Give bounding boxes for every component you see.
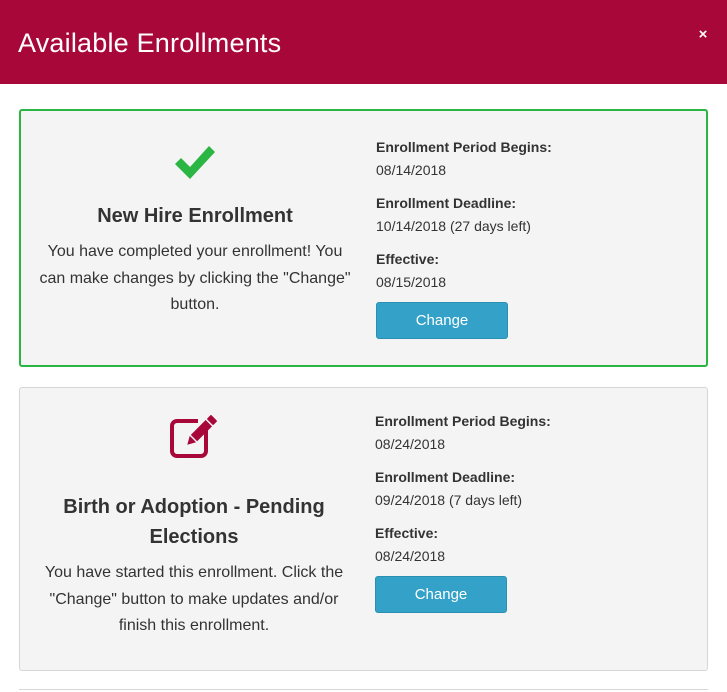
effective-value: 08/15/2018 <box>376 274 447 290</box>
period-begins-label: Enrollment Period Begins: <box>376 139 552 155</box>
enrollment-details: Enrollment Period Begins: 08/24/2018 Enr… <box>375 411 675 613</box>
period-begins-value: 08/24/2018 <box>375 436 446 452</box>
period-begins-label: Enrollment Period Begins: <box>375 413 551 429</box>
modal-title: Available Enrollments <box>18 28 282 58</box>
enrollment-title: Birth or Adoption - Pending Elections <box>63 496 325 548</box>
modal-header: Available Enrollments × <box>0 0 727 84</box>
deadline-value: 09/24/2018 (7 days left) <box>375 492 523 508</box>
deadline-label: Enrollment Deadline: <box>375 469 516 485</box>
checkmark-icon <box>175 146 215 179</box>
change-button[interactable]: Change <box>375 576 507 613</box>
period-begins-value: 08/14/2018 <box>376 162 447 178</box>
next-card-edge <box>19 689 708 690</box>
enrollment-summary: Birth or Adoption - Pending Elections Yo… <box>38 412 350 640</box>
close-button[interactable]: × <box>690 22 716 48</box>
deadline-value: 10/14/2018 (27 days left) <box>376 218 531 234</box>
enrollment-details: Enrollment Period Begins: 08/14/2018 Enr… <box>376 137 676 339</box>
enrollment-summary: New Hire Enrollment You have completed y… <box>39 143 351 319</box>
edit-icon <box>170 415 217 458</box>
effective-value: 08/24/2018 <box>375 548 446 564</box>
enrollment-card-new-hire: New Hire Enrollment You have completed y… <box>19 109 708 367</box>
effective-label: Effective: <box>376 251 440 267</box>
effective-label: Effective: <box>375 525 439 541</box>
enrollment-card-birth-adoption: Birth or Adoption - Pending Elections Yo… <box>19 387 708 671</box>
change-button[interactable]: Change <box>376 302 508 339</box>
enrollment-title: New Hire Enrollment <box>97 205 293 227</box>
enrollment-description: You have started this enrollment. Click … <box>44 564 344 634</box>
enrollment-description: You have completed your enrollment! You … <box>39 243 351 313</box>
deadline-label: Enrollment Deadline: <box>376 195 517 211</box>
